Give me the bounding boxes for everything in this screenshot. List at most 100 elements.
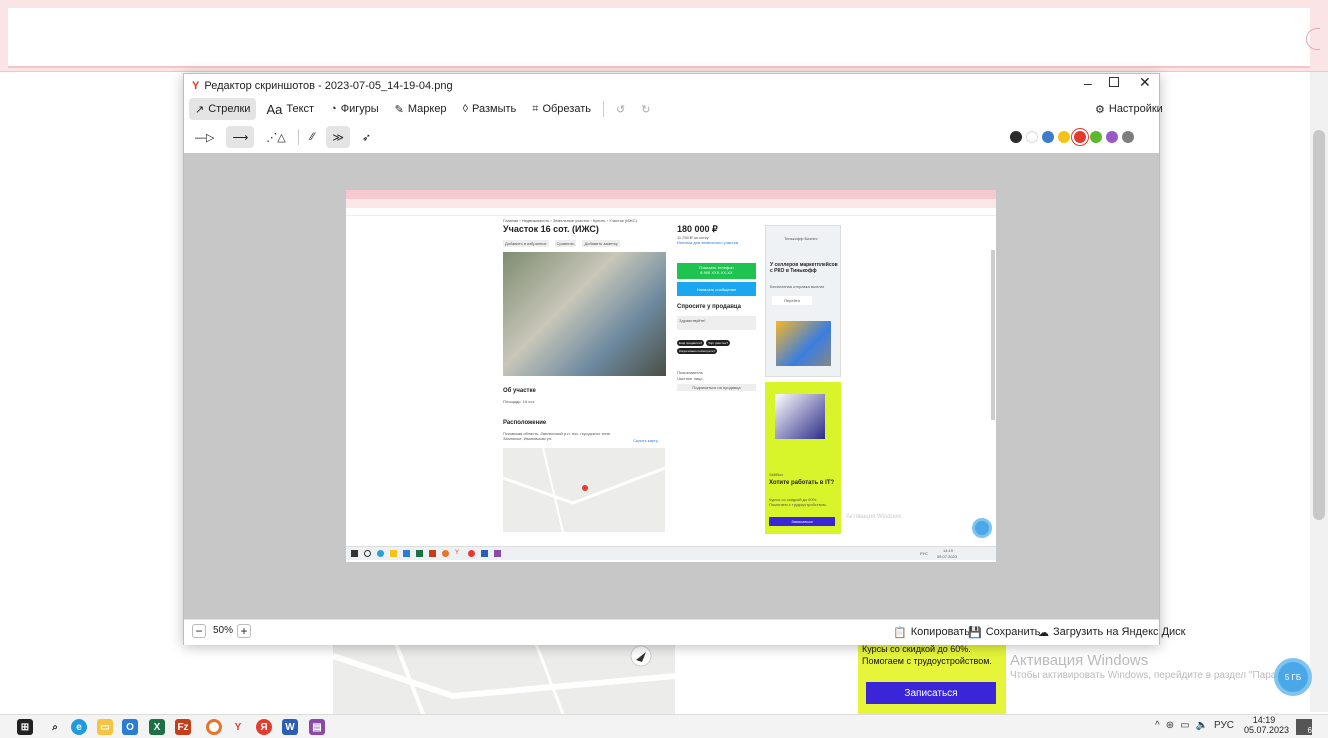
tool-marker[interactable]: ✎ Маркер bbox=[389, 98, 453, 120]
outlook-icon[interactable]: O bbox=[122, 719, 138, 735]
captured-area: Площадь: 16 сот. bbox=[503, 399, 535, 404]
captured-seller-sub: Частное лицо bbox=[677, 376, 703, 381]
windows-taskbar: ⊞ ⌕ e ▭ O X Fz Y Я W ▤ ^ ⊛ ▭ 🔈 РУС 14:19… bbox=[0, 714, 1328, 738]
captured-ad-tinkoff: Тинькофф Бизнес У селлеров маркетплейсов… bbox=[765, 225, 841, 377]
network-icon[interactable]: ⊛ bbox=[1166, 720, 1174, 731]
captured-price-link: Ипотека для земельного участка bbox=[677, 240, 738, 245]
minimize-button[interactable]: – bbox=[1084, 75, 1092, 91]
editor-canvas[interactable]: Главная › Недвижимость › Земельные участ… bbox=[184, 153, 1159, 619]
upload-disk-button[interactable]: ☁ Загрузить на Яндекс Диск bbox=[1032, 621, 1191, 643]
start-windows-icon[interactable]: ⊞ bbox=[17, 719, 33, 735]
stroke-medium-icon[interactable]: ≫ bbox=[326, 126, 350, 148]
color-swatch-selected[interactable] bbox=[1074, 131, 1086, 143]
captured-screenshot: Главная › Недвижимость › Земельные участ… bbox=[346, 190, 996, 562]
background-ad-banner: Курсы со скидкой до 60%. Помогаем с труд… bbox=[858, 636, 1006, 714]
style-divider bbox=[297, 129, 299, 145]
captured-actions: Добавить в избранное Сравнить Добавить з… bbox=[503, 240, 620, 247]
stroke-thick-icon[interactable]: ➶ bbox=[356, 126, 377, 148]
color-swatch[interactable] bbox=[1058, 131, 1070, 143]
captured-location-title: Расположение bbox=[503, 420, 547, 426]
clipboard-icon: 📋 bbox=[893, 626, 907, 639]
zoom-out-button[interactable]: − bbox=[192, 624, 206, 638]
chrome-icon[interactable] bbox=[206, 719, 222, 735]
background-ad-text1: Курсы со скидкой до 60%. bbox=[862, 644, 971, 654]
color-swatch[interactable] bbox=[1010, 131, 1022, 143]
battery-icon[interactable]: ▭ bbox=[1180, 720, 1189, 731]
tool-shapes[interactable]: ◔ Фигуры bbox=[324, 98, 385, 120]
settings-button[interactable]: ⚙ Настройки bbox=[1089, 98, 1169, 120]
yandex-icon[interactable]: Я bbox=[256, 719, 272, 735]
zoom-in-button[interactable]: + bbox=[237, 624, 251, 638]
arrow-style-bold-icon[interactable]: ⟶ bbox=[226, 126, 255, 148]
arrow-tool-icon: ↗ bbox=[195, 103, 205, 116]
tool-arrows[interactable]: ↗ Стрелки bbox=[189, 98, 257, 120]
close-button[interactable]: ✕ bbox=[1139, 74, 1151, 91]
captured-write-button: Написать сообщение bbox=[677, 282, 756, 296]
redo-button[interactable]: ↻ bbox=[635, 98, 656, 120]
captured-bookmarks bbox=[346, 208, 996, 216]
window-title: Редактор скриншотов - 2023-07-05_14-19-0… bbox=[204, 80, 453, 92]
word-icon[interactable]: W bbox=[282, 719, 298, 735]
clock[interactable]: 14:19 05.07.2023 bbox=[1244, 715, 1289, 735]
captured-about-title: Об участке bbox=[503, 388, 536, 394]
captured-ask-title: Спросите у продавца bbox=[677, 304, 741, 310]
captured-tab-strip bbox=[346, 190, 996, 199]
color-swatch[interactable] bbox=[1090, 131, 1102, 143]
tool-blur[interactable]: ◊ Размыть bbox=[457, 98, 523, 120]
stroke-thin-icon[interactable]: ⁄⁄ bbox=[305, 126, 321, 148]
background-scrollbar-thumb[interactable] bbox=[1313, 130, 1325, 520]
background-map bbox=[332, 635, 676, 715]
search-icon[interactable]: ⌕ bbox=[47, 719, 63, 735]
captured-taskbar: Y РУС 14:19 05.07.2023 bbox=[346, 546, 996, 560]
maximize-button[interactable] bbox=[1109, 77, 1119, 87]
language-indicator[interactable]: РУС bbox=[1214, 720, 1234, 731]
background-ad-button[interactable]: Записаться bbox=[866, 682, 996, 704]
file-explorer-icon[interactable]: ▭ bbox=[97, 719, 113, 735]
color-swatch[interactable] bbox=[1042, 131, 1054, 143]
captured-ad-skillbox: SkillBox Хотите работать в IT? Курсы со … bbox=[765, 382, 841, 534]
background-ad-text2: Помогаем с трудоустройством. bbox=[862, 656, 992, 666]
storage-badge[interactable]: 5 ГБ bbox=[1274, 658, 1312, 696]
edge-browser-icon[interactable]: e bbox=[71, 719, 87, 735]
captured-ask-input: Здравствуйте! bbox=[677, 316, 756, 330]
color-swatch[interactable] bbox=[1122, 131, 1134, 143]
excel-icon[interactable]: X bbox=[149, 719, 165, 735]
captured-activation: Активация Windows bbox=[846, 514, 902, 520]
yandex-browser-icon[interactable]: Y bbox=[230, 719, 246, 735]
yandex-logo-icon: Y bbox=[192, 80, 200, 92]
captured-price: 180 000 ₽ bbox=[677, 224, 718, 234]
toolbar-divider bbox=[603, 101, 604, 117]
gear-icon: ⚙ bbox=[1095, 103, 1105, 116]
captured-address: Псковская область, Заплюсский р-н, пос. … bbox=[503, 431, 610, 441]
undo-button[interactable]: ↺ bbox=[610, 98, 631, 120]
floppy-icon: 💾 bbox=[968, 626, 982, 639]
arrow-style-dashed-icon[interactable]: ⋰△ bbox=[260, 126, 291, 148]
captured-scrollbar bbox=[991, 250, 995, 420]
captured-show-phone: Показать телефон 8 900 XXX-XX-XX bbox=[677, 263, 756, 279]
editor-bottom-bar: − 50% + 📋 Копировать 💾 Сохранить ☁ Загрузит… bbox=[184, 619, 1185, 645]
tool-crop[interactable]: ⌗ Обрезать bbox=[526, 98, 597, 120]
captured-breadcrumb: Главная › Недвижимость › Земельные участ… bbox=[503, 218, 637, 223]
screenshot-editor-window: Y Редактор скриншотов - 2023-07-05_14-19… bbox=[183, 73, 1185, 645]
color-palette bbox=[1010, 131, 1134, 143]
speaker-icon[interactable]: 🔈 bbox=[1196, 720, 1208, 731]
arrow-style-thin-icon[interactable]: —▷ bbox=[189, 126, 220, 148]
activation-title: Активация Windows bbox=[1010, 652, 1149, 669]
arrow-style-row: —▷ ⟶ ⋰△ ⁄⁄ ≫ ➶ bbox=[189, 126, 377, 148]
tool-text[interactable]: Aa Текст bbox=[260, 98, 320, 120]
captured-seller-btn: Подписаться на продавца bbox=[677, 384, 756, 391]
captured-title: Участок 16 сот. (ИЖС) bbox=[503, 224, 599, 234]
color-swatch[interactable] bbox=[1106, 131, 1118, 143]
blur-tool-icon: ◊ bbox=[462, 103, 468, 115]
media-app-icon[interactable]: ▤ bbox=[309, 719, 325, 735]
tools-toolbar: ↗ Стрелки Aa Текст ◔ Фигуры ✎ Маркер ◊ Размыт… bbox=[189, 98, 656, 120]
activation-subtitle: Чтобы активировать Windows, перейдите в … bbox=[1010, 670, 1313, 681]
crop-tool-icon: ⌗ bbox=[532, 102, 539, 115]
chevron-up-icon[interactable]: ^ bbox=[1155, 720, 1160, 731]
captured-map bbox=[502, 447, 666, 533]
filezilla-icon[interactable]: Fz bbox=[175, 719, 191, 735]
color-swatch[interactable] bbox=[1026, 131, 1038, 143]
background-page-strip bbox=[8, 8, 1310, 68]
notification-icon[interactable]: 6 bbox=[1296, 719, 1312, 735]
text-tool-icon: Aa bbox=[266, 101, 283, 117]
